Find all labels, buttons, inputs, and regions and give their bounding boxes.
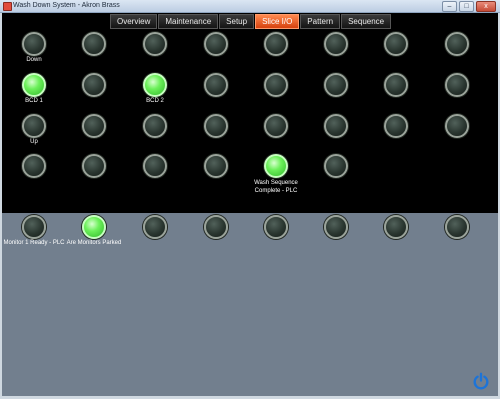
indicator-led — [324, 73, 348, 97]
indicator-label-up: Up — [30, 139, 38, 145]
indicator-led — [324, 154, 348, 178]
indicator-led — [324, 215, 348, 239]
maximize-button[interactable]: □ — [459, 1, 474, 12]
power-icon[interactable] — [472, 372, 490, 390]
indicator-led — [82, 154, 106, 178]
indicator-led — [22, 154, 46, 178]
indicator-led — [384, 114, 408, 138]
minimize-button[interactable]: – — [442, 1, 457, 12]
window-title: Wash Down System - Akron Brass — [13, 2, 120, 9]
indicator-led-wash-complete — [264, 154, 288, 178]
tab-sequence[interactable]: Sequence — [341, 14, 392, 29]
tab-bar: Overview Maintenance Setup Slice I/O Pat… — [110, 14, 392, 29]
tab-overview[interactable]: Overview — [110, 14, 158, 29]
indicator-led — [324, 114, 348, 138]
indicator-led — [143, 215, 167, 239]
indicator-led — [204, 154, 228, 178]
indicator-led-bcd2 — [143, 73, 167, 97]
indicator-led — [82, 114, 106, 138]
indicator-label-complete-plc: Complete - PLC — [254, 188, 298, 194]
indicator-led — [264, 73, 288, 97]
tab-maintenance[interactable]: Maintenance — [158, 14, 219, 29]
indicator-led — [264, 32, 288, 56]
indicator-led — [264, 114, 288, 138]
indicator-led — [82, 32, 106, 56]
indicator-label-wash-sequence: Wash Sequence — [254, 180, 298, 186]
indicator-led — [445, 73, 469, 97]
indicator-led — [143, 154, 167, 178]
app-icon — [3, 2, 12, 11]
indicator-led — [324, 32, 348, 56]
indicator-label-bcd1: BCD 1 — [25, 98, 43, 104]
indicator-led — [22, 114, 46, 138]
indicator-led — [445, 32, 469, 56]
title-bar: Wash Down System - Akron Brass – □ x — [0, 0, 500, 13]
tab-slice-io[interactable]: Slice I/O — [255, 14, 300, 29]
indicator-led — [384, 73, 408, 97]
close-button[interactable]: x — [476, 1, 496, 12]
indicator-led — [82, 73, 106, 97]
indicator-led — [384, 32, 408, 56]
indicator-led — [445, 114, 469, 138]
tab-setup[interactable]: Setup — [219, 14, 255, 29]
indicator-led — [204, 32, 228, 56]
indicator-led-monitors-parked — [82, 215, 106, 239]
tab-pattern[interactable]: Pattern — [300, 14, 341, 29]
indicator-led — [143, 114, 167, 138]
indicator-led-bcd1 — [22, 73, 46, 97]
app-window: Wash Down System - Akron Brass – □ x Ove… — [0, 0, 500, 399]
indicator-led — [22, 32, 46, 56]
indicator-led — [264, 215, 288, 239]
indicator-label-monitor1-ready: Monitor 1 Ready - PLC — [3, 240, 65, 246]
indicator-label-down: Down — [26, 57, 42, 63]
indicator-led — [384, 215, 408, 239]
indicator-led — [204, 215, 228, 239]
indicator-led-monitor1-ready — [22, 215, 46, 239]
indicator-led — [204, 114, 228, 138]
indicator-led — [204, 73, 228, 97]
indicator-label-bcd2: BCD 2 — [146, 98, 164, 104]
indicator-led — [445, 215, 469, 239]
indicator-label-monitors-parked: Are Monitors Parked — [66, 240, 122, 246]
indicator-led — [143, 32, 167, 56]
